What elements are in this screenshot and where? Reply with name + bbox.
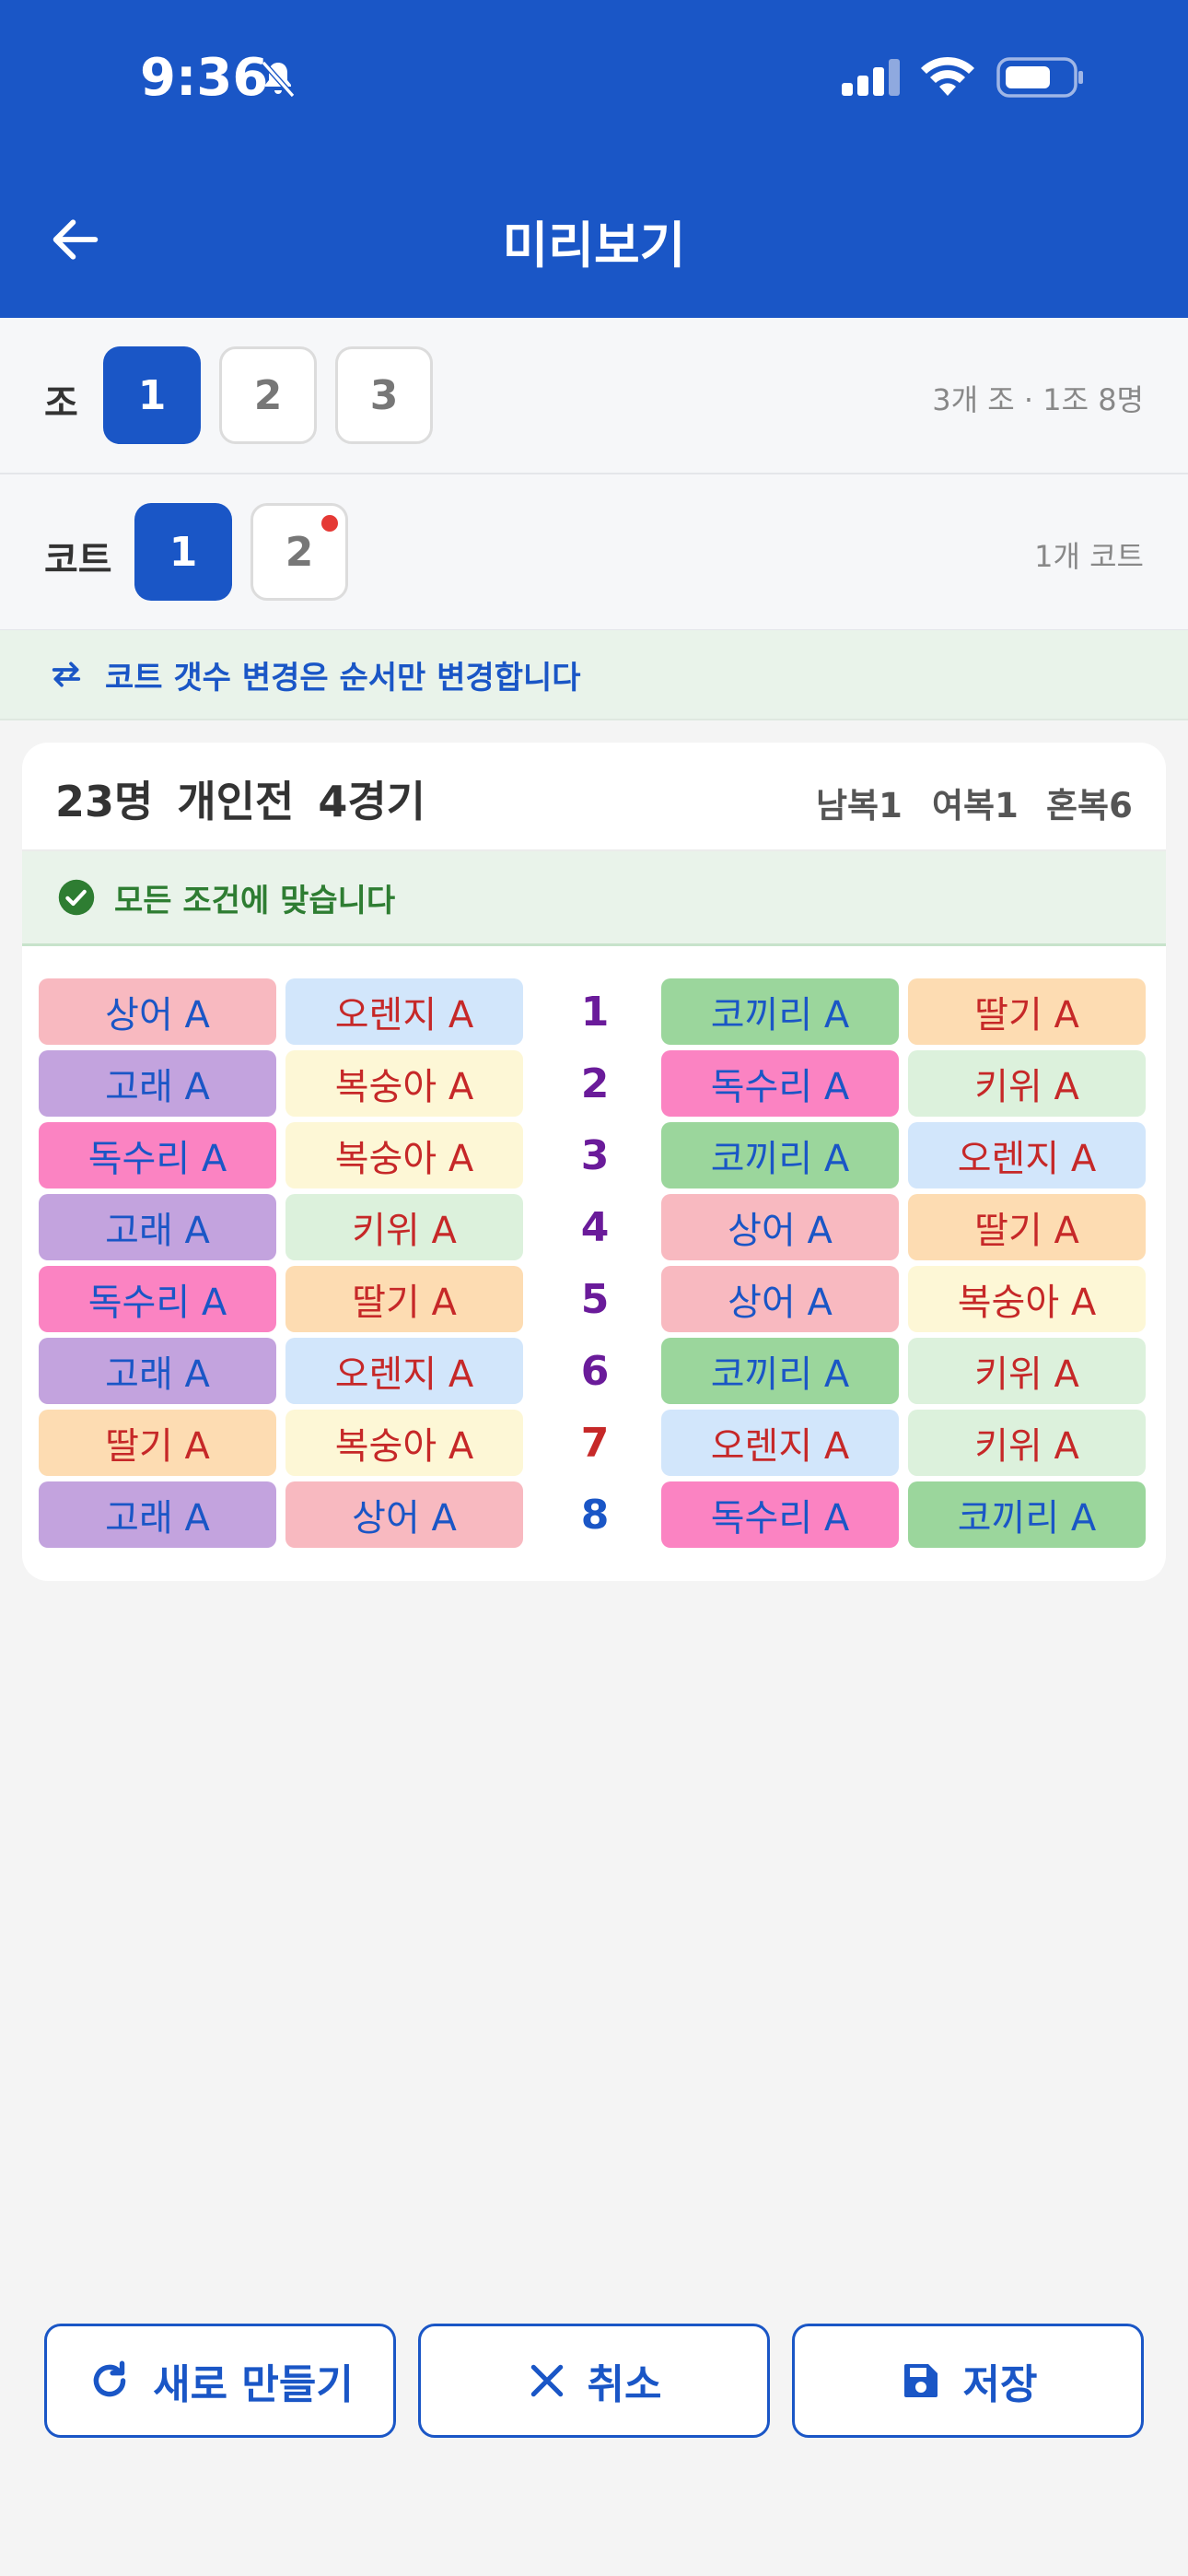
team-pill: 키위 A [285,1194,523,1260]
court-chip-2[interactable]: 2 [250,503,348,601]
page-title: 미리보기 [502,217,686,275]
save-disk-icon [903,2364,938,2397]
match-row: 독수리 A 복숭아 A 코끼리 A 오렌지 A 3 [39,1122,1149,1188]
close-icon [530,2364,563,2397]
match-number: 3 [580,1131,610,1179]
match-row: 딸기 A 복숭아 A 오렌지 A 키위 A 7 [39,1410,1149,1476]
check-circle-icon [58,879,95,916]
court-label: 코트 [44,539,112,581]
team-pill: 고래 A [39,1338,276,1404]
team-pill: 독수리 A [39,1122,276,1188]
team-pill: 오렌지 A [285,1338,523,1404]
team-pill: 독수리 A [661,1481,899,1548]
group-chip-1[interactable]: 1 [103,346,201,444]
notice-banner: 코트 갯수 변경은 순서만 변경합니다 [0,630,1188,720]
team-pill: 오렌지 A [285,978,523,1045]
court-selector: 코트 1 2 1개 코트 [0,474,1188,631]
team-pill: 오렌지 A [661,1410,899,1476]
team-pill: 딸기 A [908,1194,1146,1260]
team-pill: 고래 A [39,1194,276,1260]
card-title: 23명 개인전 4경기 [55,777,425,826]
team-pill: 고래 A [39,1481,276,1548]
court-chip-1[interactable]: 1 [134,503,232,601]
card-header: 23명 개인전 4경기 남복1 여복1 혼복6 [22,743,1166,851]
cancel-button[interactable]: 취소 [418,2324,770,2438]
match-row: 상어 A 오렌지 A 코끼리 A 딸기 A 1 [39,978,1149,1045]
stat-womens-doubles: 여복1 [932,786,1019,825]
bell-muted-icon [261,61,296,98]
notification-dot [321,515,338,532]
team-pill: 딸기 A [908,978,1146,1045]
swap-arrows-icon [52,662,81,687]
refresh-icon [93,2360,126,2397]
team-pill: 키위 A [908,1050,1146,1117]
team-pill: 상어 A [285,1481,523,1548]
notice-text: 코트 갯수 변경은 순서만 변경합니다 [105,659,581,697]
match-number: 1 [580,988,610,1036]
team-pill: 복숭아 A [908,1266,1146,1332]
team-pill: 키위 A [908,1338,1146,1404]
match-number: 6 [580,1347,610,1395]
app-header: 9:36 미리보기 [0,0,1188,318]
match-number: 4 [580,1203,610,1251]
cancel-label: 취소 [587,2361,662,2408]
stat-mixed-doubles: 혼복6 [1046,786,1133,825]
cellular-signal-icon [842,59,900,96]
status-time: 9:36 [140,48,269,108]
save-label: 저장 [962,2361,1038,2408]
court-chip-2-label: 2 [285,528,314,576]
validation-banner: 모든 조건에 맞습니다 [22,851,1166,946]
team-pill: 키위 A [908,1410,1146,1476]
team-pill: 코끼리 A [661,1122,899,1188]
match-number: 2 [580,1060,610,1107]
team-pill: 독수리 A [661,1050,899,1117]
group-label: 조 [44,382,78,425]
team-pill: 코끼리 A [661,1338,899,1404]
match-number: 5 [580,1275,610,1323]
team-pill: 딸기 A [285,1266,523,1332]
group-selector: 조 1 2 3 3개 조 · 1조 8명 [0,318,1188,474]
team-pill: 복숭아 A [285,1410,523,1476]
team-pill: 코끼리 A [908,1481,1146,1548]
group-chip-3[interactable]: 3 [335,346,433,444]
stat-mens-doubles: 남복1 [816,786,903,825]
team-pill: 복숭아 A [285,1122,523,1188]
regenerate-button[interactable]: 새로 만들기 [44,2324,396,2438]
team-pill: 딸기 A [39,1410,276,1476]
team-pill: 오렌지 A [908,1122,1146,1188]
save-button[interactable]: 저장 [792,2324,1144,2438]
wifi-icon [921,56,974,96]
group-chip-2[interactable]: 2 [219,346,317,444]
match-row: 고래 A 오렌지 A 코끼리 A 키위 A 6 [39,1338,1149,1404]
match-row: 고래 A 상어 A 독수리 A 코끼리 A 8 [39,1481,1149,1548]
team-pill: 독수리 A [39,1266,276,1332]
match-number: 8 [580,1491,610,1539]
match-row: 고래 A 복숭아 A 독수리 A 키위 A 2 [39,1050,1149,1117]
team-pill: 상어 A [661,1266,899,1332]
match-number: 7 [580,1419,610,1467]
battery-icon [996,57,1083,98]
team-pill: 고래 A [39,1050,276,1117]
team-pill: 상어 A [39,978,276,1045]
validation-text: 모든 조건에 맞습니다 [114,882,396,919]
team-pill: 복숭아 A [285,1050,523,1117]
regenerate-label: 새로 만들기 [153,2361,354,2408]
match-row: 고래 A 키위 A 상어 A 딸기 A 4 [39,1194,1149,1260]
team-pill: 코끼리 A [661,978,899,1045]
team-pill: 상어 A [661,1194,899,1260]
group-info: 3개 조 · 1조 8명 [932,382,1144,417]
match-card: 23명 개인전 4경기 남복1 여복1 혼복6 모든 조건에 맞습니다 상어 A… [22,743,1166,1581]
court-info: 1개 코트 [1034,539,1144,574]
match-row: 독수리 A 딸기 A 상어 A 복숭아 A 5 [39,1266,1149,1332]
